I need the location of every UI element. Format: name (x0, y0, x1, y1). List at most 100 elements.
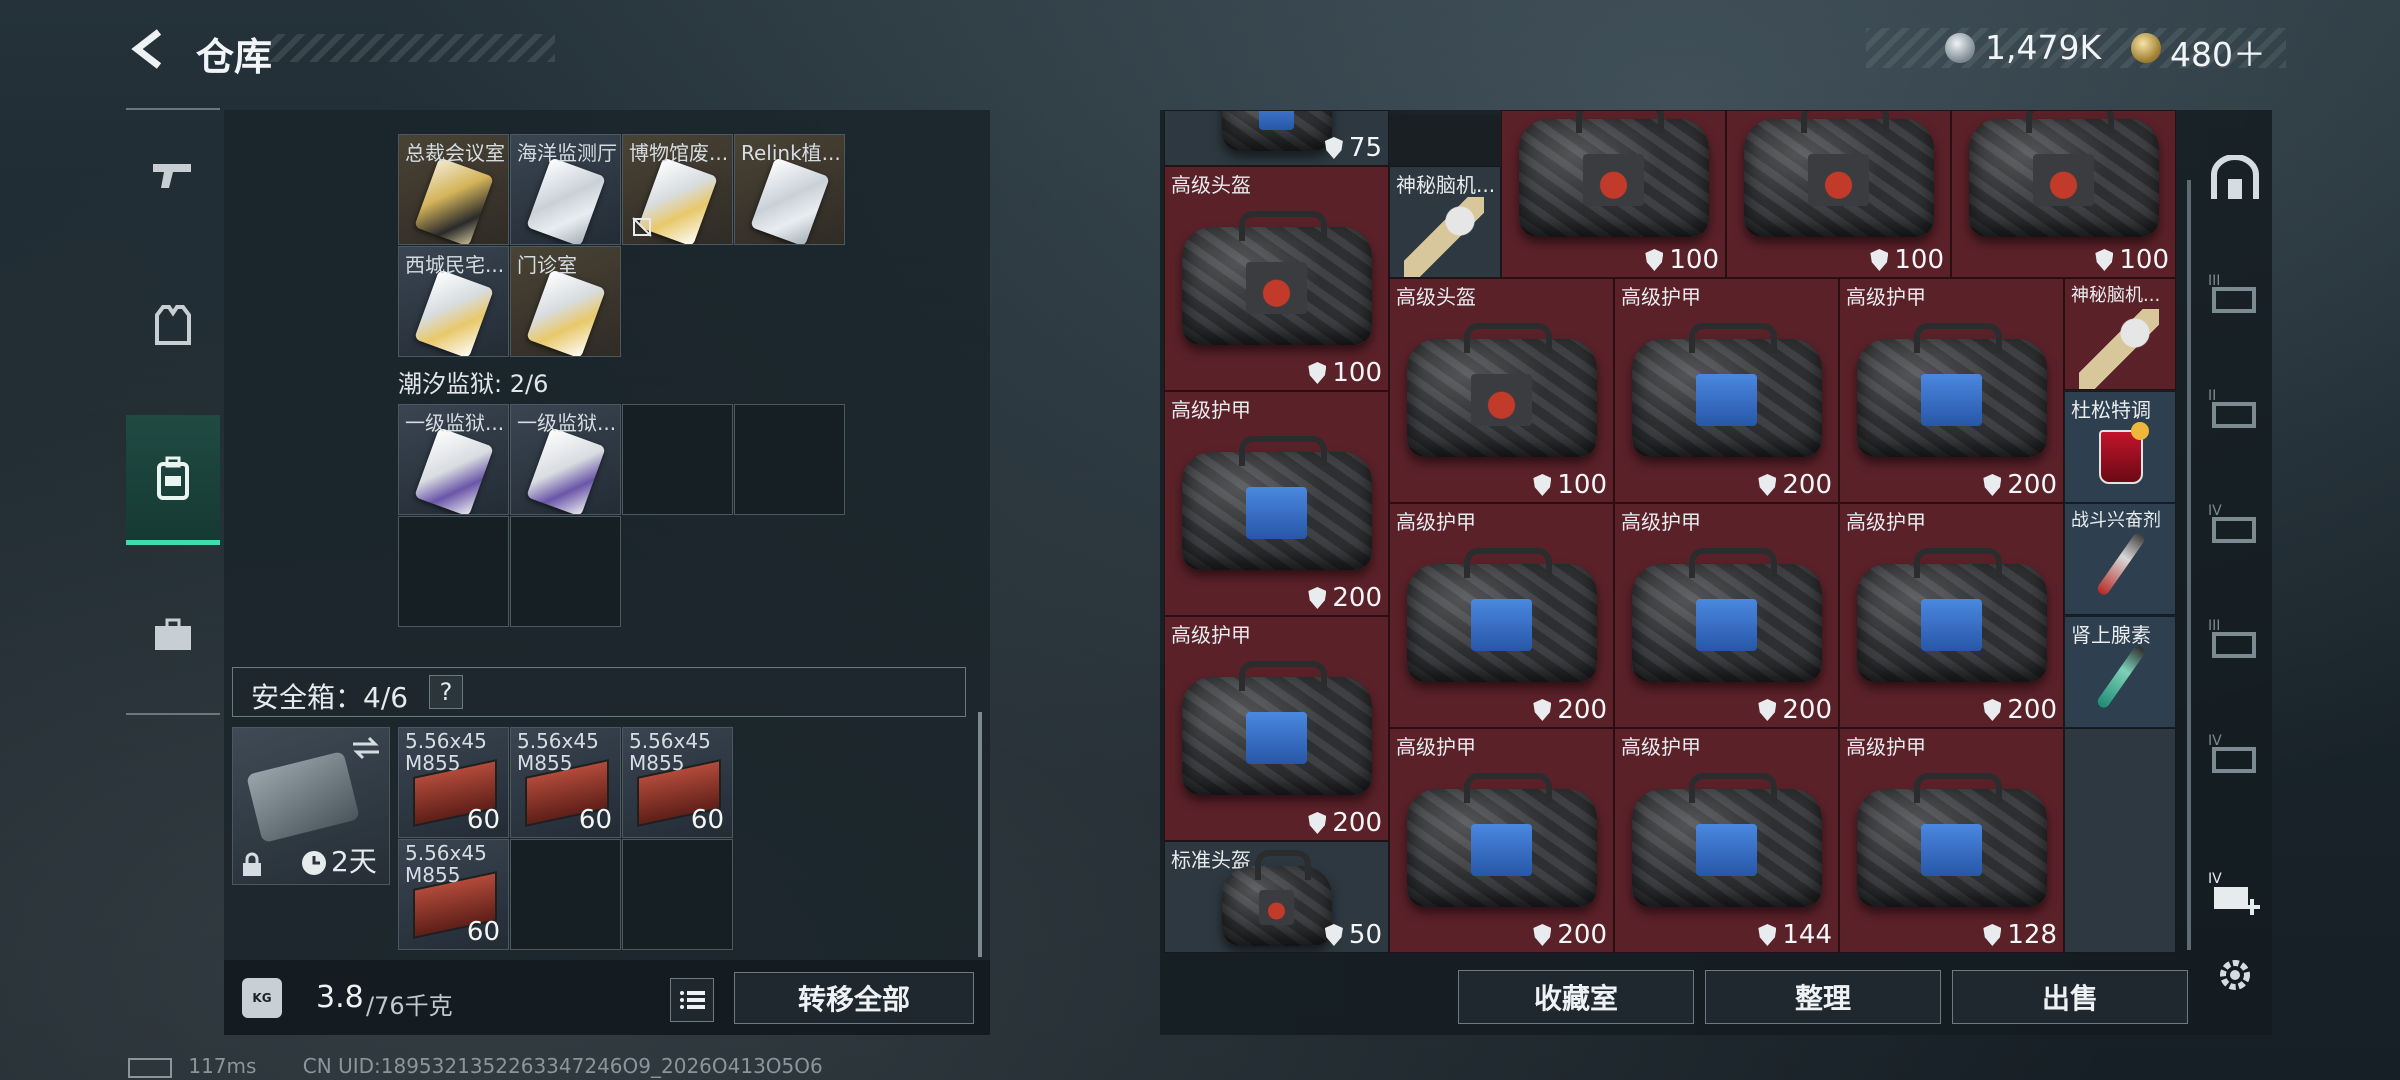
stash-item[interactable]: 肾上腺素 (2064, 616, 2176, 728)
stash-item[interactable]: 高级护甲 200 (1839, 503, 2064, 728)
list-view-button[interactable] (670, 978, 714, 1022)
nav-weapon-tab[interactable] (126, 110, 220, 240)
shield-icon (1983, 924, 2002, 946)
lemon-image (2131, 422, 2149, 440)
helmet-bag-image (1968, 111, 2159, 237)
shield-icon (1533, 924, 1552, 946)
shield-icon (1533, 474, 1552, 496)
keycard-slot[interactable]: 海洋监测厅 (510, 134, 621, 245)
gold-amount[interactable]: 480＋ (2170, 28, 2266, 76)
stash-item[interactable]: 神秘脑机... (1389, 166, 1501, 278)
empty-slot[interactable] (510, 516, 621, 627)
keycard-slot[interactable]: 总裁会议室 (398, 134, 509, 245)
side-tab-5[interactable]: III (2195, 583, 2275, 693)
side-tab-2[interactable]: III (2195, 238, 2275, 348)
helmet-bag-image (1518, 111, 1709, 237)
settings-button[interactable] (2195, 920, 2275, 1030)
safe-box-container[interactable]: 2天 (232, 727, 390, 885)
item-label: 高级护甲 (1171, 398, 1251, 422)
stash-item[interactable]: 高级护甲 200 (1389, 728, 1614, 953)
stash-item[interactable]: 高级护甲 128 (1839, 728, 2064, 953)
stash-item[interactable]: 100 (1501, 110, 1726, 278)
keycard-slot[interactable]: 西城民宅... (398, 246, 509, 357)
ammo-slot[interactable]: 5.56x45 M855 60 (622, 727, 733, 838)
empty-slot[interactable] (622, 404, 733, 515)
keycard-slot[interactable]: 门诊室 (510, 246, 621, 357)
armor-bag-image (1406, 548, 1597, 682)
stash-item[interactable]: 标准头盔 50 (1164, 841, 1389, 953)
stash-item[interactable]: 神秘脑机... (2064, 278, 2176, 390)
durability: 200 (1308, 808, 1382, 838)
stash-item[interactable]: 高级护甲 200 (1614, 278, 1839, 503)
stash-item[interactable]: 高级护甲 144 (1614, 728, 1839, 953)
nav-equipment-tab[interactable] (126, 260, 220, 390)
empty-slot[interactable] (622, 839, 733, 950)
svg-text:IV: IV (2208, 871, 2222, 887)
ping: 117ms (188, 1054, 257, 1078)
item-label: 高级护甲 (1171, 623, 1251, 647)
ammo-qty: 60 (690, 805, 724, 835)
keycard-slot[interactable]: 一级监狱... (510, 404, 621, 515)
transfer-all-button[interactable]: 转移全部 (734, 972, 974, 1024)
swap-icon[interactable] (351, 736, 381, 760)
back-arrow-icon[interactable] (125, 26, 171, 72)
svg-text:IV: IV (2208, 733, 2222, 749)
item-label: 肾上腺素 (2071, 623, 2151, 647)
shield-icon (1308, 812, 1327, 834)
keycard-slot[interactable]: Relink植... (734, 134, 845, 245)
stash-item[interactable]: 杜松特调 (2064, 391, 2176, 503)
empty-slot[interactable] (510, 839, 621, 950)
page-title: 仓库 (196, 35, 273, 79)
safe-timer: 2天 (331, 845, 377, 878)
keycard-slot[interactable]: 一级监狱... (398, 404, 509, 515)
keycard-label: 一级监狱... (517, 411, 617, 435)
side-tab-main[interactable] (2195, 123, 2275, 233)
item-label: 高级护甲 (1396, 735, 1476, 759)
collection-room-button[interactable]: 收藏室 (1458, 970, 1694, 1024)
nav-backpack-tab[interactable] (126, 415, 220, 545)
empty-slot[interactable] (398, 516, 509, 627)
keycard-label: 总裁会议室 (405, 141, 505, 165)
side-tab-4[interactable]: IV (2195, 468, 2275, 578)
stash-scrollbar[interactable] (2187, 180, 2191, 950)
stash-item[interactable]: 高级护甲 200 (1389, 503, 1614, 728)
stash-item[interactable]: 高级头盔 100 (1389, 278, 1614, 503)
stash-item[interactable]: 高级护甲 200 (1839, 278, 2064, 503)
sell-button[interactable]: 出售 (1952, 970, 2188, 1024)
shield-icon (1983, 474, 2002, 496)
side-tab-3[interactable]: II (2195, 353, 2275, 463)
sort-button[interactable]: 整理 (1705, 970, 1941, 1024)
shield-icon (1870, 249, 1889, 271)
svg-text:III: III (2208, 273, 2220, 289)
side-tab-6[interactable]: IV (2195, 698, 2275, 808)
stash-item[interactable]: 高级头盔 100 (1164, 166, 1389, 391)
durability: 50 (1324, 920, 1382, 950)
armor-bag-image (1631, 323, 1822, 457)
stash-item[interactable]: 高级护甲 200 (1614, 503, 1839, 728)
title-stripe (270, 34, 555, 62)
durability: 144 (1758, 920, 1832, 950)
stash-item[interactable]: 100 (1726, 110, 1951, 278)
stash-item[interactable]: 100 (1951, 110, 2176, 278)
ammo-slot[interactable]: 5.56x45 M855 60 (510, 727, 621, 838)
empty-slot[interactable] (734, 404, 845, 515)
nav-case-tab[interactable] (126, 570, 220, 700)
help-button[interactable]: ? (429, 675, 463, 709)
broken-icon (632, 217, 652, 237)
left-scrollbar[interactable] (978, 712, 982, 957)
shield-icon (1308, 362, 1327, 384)
ammo-slot[interactable]: 5.56x45 M855 60 (398, 839, 509, 950)
safe-box-image (246, 750, 360, 844)
stash-item[interactable]: 75 (1164, 110, 1389, 166)
armor-bag-image (1856, 773, 2047, 907)
keycard-image (414, 427, 494, 514)
durability: 200 (1983, 470, 2057, 500)
ammo-slot[interactable]: 5.56x45 M855 60 (398, 727, 509, 838)
stash-item[interactable]: 高级护甲 200 (1164, 616, 1389, 841)
empty-slot[interactable] (2064, 728, 2176, 953)
silver-amount: 1,479K (1985, 28, 2102, 67)
stash-item[interactable]: 战斗兴奋剂 (2064, 503, 2176, 615)
stash-item[interactable]: 高级护甲 200 (1164, 391, 1389, 616)
armor-bag-image (1631, 548, 1822, 682)
keycard-slot[interactable]: 博物馆废... (622, 134, 733, 245)
